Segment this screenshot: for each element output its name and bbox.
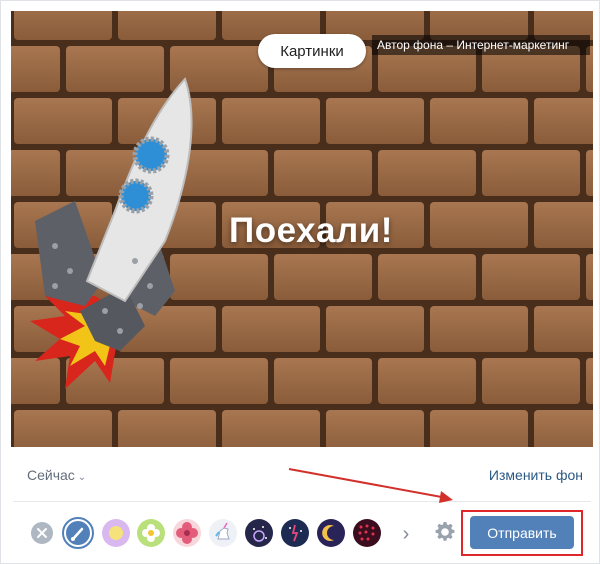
brick [482, 254, 580, 300]
brick [586, 358, 593, 404]
brush-icon[interactable] [62, 517, 94, 549]
close-icon[interactable] [31, 522, 53, 544]
brick [274, 254, 372, 300]
brick [534, 306, 593, 352]
rocket-image [30, 77, 193, 389]
gear-icon[interactable] [433, 520, 457, 544]
brick [274, 150, 372, 196]
red-dots-icon[interactable] [353, 519, 381, 547]
brick [118, 11, 216, 40]
publish-time-label: Сейчас [27, 467, 75, 483]
brick [118, 410, 216, 447]
send-button[interactable]: Отправить [470, 516, 574, 549]
brick [222, 306, 320, 352]
night-sky-icon[interactable] [245, 519, 273, 547]
chevron-down-icon: ⌄ [77, 472, 87, 483]
brick [14, 11, 112, 40]
brick [222, 410, 320, 447]
brick [586, 254, 593, 300]
brick [430, 410, 528, 447]
brick [326, 98, 424, 144]
publish-options-row: Сейчас ⌄ Изменить фон [11, 459, 593, 491]
brick [14, 410, 112, 447]
brick [326, 306, 424, 352]
brick [534, 202, 593, 248]
brick [586, 150, 593, 196]
divider [13, 501, 591, 502]
brick [482, 150, 580, 196]
post-text-caption[interactable]: Поехали! [201, 211, 421, 251]
background-author-label[interactable]: Автор фона – Интернет-маркетинг [372, 35, 590, 55]
yellow-circle-icon[interactable] [102, 519, 130, 547]
brick [430, 98, 528, 144]
moon-icon[interactable] [317, 519, 345, 547]
post-composer: Картинки Автор фона – Интернет-маркетинг… [0, 0, 600, 564]
brick [378, 358, 476, 404]
star-figure-icon[interactable] [281, 519, 309, 547]
pink-flower-icon[interactable] [173, 519, 201, 547]
brick [274, 358, 372, 404]
brick [378, 150, 476, 196]
brick [326, 410, 424, 447]
brick [534, 410, 593, 447]
brick [222, 98, 320, 144]
change-background-link[interactable]: Изменить фон [489, 467, 583, 483]
brick [534, 98, 593, 144]
brick [430, 306, 528, 352]
pictures-button[interactable]: Картинки [258, 34, 366, 68]
publish-time-dropdown[interactable]: Сейчас ⌄ [27, 467, 86, 483]
brick [378, 254, 476, 300]
chevron-right-icon[interactable]: › [397, 523, 415, 545]
brick [482, 358, 580, 404]
green-flower-icon[interactable] [137, 519, 165, 547]
background-canvas: Картинки Автор фона – Интернет-маркетинг… [11, 11, 593, 447]
brick [430, 202, 528, 248]
unicorn-icon[interactable] [209, 519, 237, 547]
